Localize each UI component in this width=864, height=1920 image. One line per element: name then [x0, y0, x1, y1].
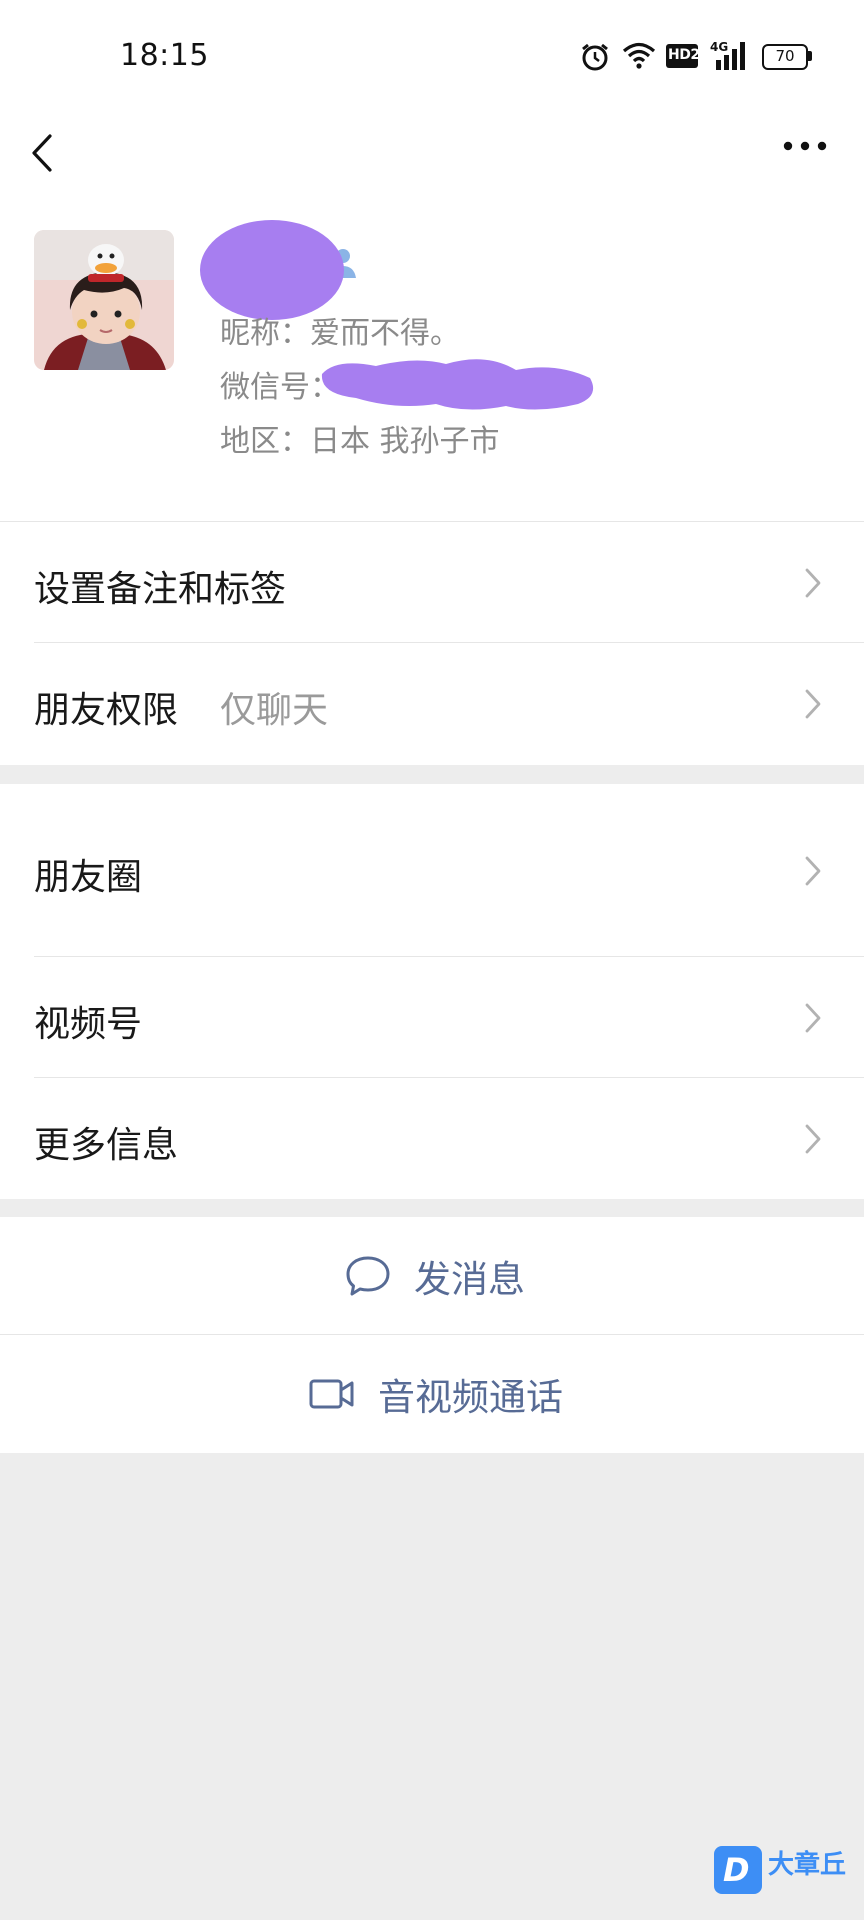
watermark-text: 大章丘: [768, 1850, 847, 1880]
friend-permission-label: 朋友权限: [34, 690, 179, 731]
more-button[interactable]: [782, 138, 828, 154]
battery-level: 70: [775, 47, 795, 65]
nav-bar: [0, 112, 864, 212]
channels-row[interactable]: 视频号: [0, 957, 864, 1078]
video-camera-icon: [309, 1379, 354, 1409]
hd-label: HD2: [668, 47, 700, 63]
profile-header: 昵称：爱而不得。 微信号： 地区：日本 我孙子市: [0, 212, 864, 522]
nickname-line: 昵称：爱而不得。: [220, 316, 460, 351]
avatar[interactable]: [34, 230, 174, 370]
moments-row[interactable]: 朋友圈: [0, 784, 864, 957]
video-call-label: 音视频通话: [378, 1376, 563, 1419]
more-info-row[interactable]: 更多信息: [0, 1078, 864, 1199]
battery-icon: 70: [762, 44, 808, 70]
more-info-label: 更多信息: [34, 1125, 179, 1166]
friend-permission-row[interactable]: 朋友权限 仅聊天: [0, 643, 864, 765]
region-line: 地区：日本 我孙子市: [220, 424, 500, 459]
chevron-right-icon: [805, 568, 821, 598]
send-message-button[interactable]: 发消息: [0, 1217, 864, 1335]
chevron-right-icon: [805, 856, 821, 886]
chevron-right-icon: [805, 689, 821, 719]
chevron-right-icon: [805, 1124, 821, 1154]
alarm-icon: [582, 43, 608, 71]
wechat-id-redaction: [321, 359, 594, 410]
video-call-button[interactable]: 音视频通话: [0, 1335, 864, 1453]
back-button[interactable]: [26, 128, 62, 178]
send-message-label: 发消息: [414, 1258, 525, 1301]
signal-icon: 4G: [710, 40, 748, 72]
friend-permission-value: 仅聊天: [220, 690, 329, 731]
watermark-logo: D: [714, 1846, 762, 1894]
wifi-icon: [622, 42, 656, 69]
watermark: D 大章丘: [712, 1840, 862, 1900]
moments-label: 朋友圈: [34, 857, 143, 898]
hd-icon: HD2: [666, 44, 700, 68]
battery-tip: [808, 51, 812, 61]
remark-tags-label: 设置备注和标签: [34, 569, 287, 610]
status-bar: 18:15 HD2 4G 70: [0, 0, 864, 112]
remark-tags-row[interactable]: 设置备注和标签: [0, 522, 864, 643]
chevron-right-icon: [805, 1003, 821, 1033]
status-time: 18:15: [120, 38, 209, 73]
chat-bubble-icon: [346, 1256, 390, 1296]
channels-label: 视频号: [34, 1004, 143, 1045]
